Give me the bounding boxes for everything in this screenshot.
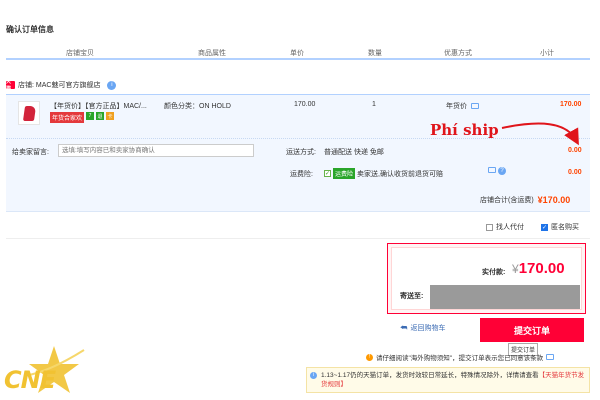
return-icon: 退 [96, 112, 105, 120]
shipping-method[interactable]: 普通配送 快递 免邮 [324, 147, 384, 157]
insurance-icons: ? [488, 167, 506, 175]
overseas-notice: ! 请仔细阅读"海外购物须知"，提交订单表示您已同意该条款 [366, 352, 555, 362]
insurance-text: 卖家送,确认收货前退货可赔 [357, 170, 443, 178]
unit-price: 170.00 [294, 101, 316, 108]
payment-summary: 实付款: ¥170.00 寄送至: [387, 243, 586, 314]
submit-order-button[interactable]: 提交订单 [480, 318, 584, 342]
col-quantity: 数量 [368, 50, 382, 57]
product-title[interactable]: 【年货价】【官方正品】MAC/... [50, 101, 147, 111]
proxy-pay-label: 找人代付 [496, 224, 524, 231]
shop-total: 店铺合计(含运费) ¥170.00 [480, 195, 570, 205]
tmall-icon: 天猫 [6, 79, 15, 92]
seven-day-return-icon: 7 [86, 112, 95, 120]
shipping-notice: i 1.13~1.17仍的天猫订单，发货时效较日常延长，特殊情况除外，详情请查看… [306, 367, 590, 393]
back-to-cart-label: 返回购物车 [410, 325, 446, 332]
check-icon[interactable]: ✓ [324, 170, 331, 177]
info-icon[interactable]: i [107, 80, 117, 90]
product-tags: 年货合家欢 7 退 卡 [50, 112, 115, 123]
col-shop-item: 店铺宝贝 [66, 50, 94, 57]
card-icon: 卡 [106, 112, 115, 120]
col-attributes: 商品属性 [198, 50, 226, 57]
col-discount: 优惠方式 [444, 50, 472, 57]
redacted-address [430, 285, 580, 309]
page-title: 确认订单信息 [6, 25, 54, 34]
pay-label: 实付款: [482, 269, 506, 276]
message-label: 给卖家留言: [12, 149, 49, 156]
anonymous-label: 匿名购买 [551, 224, 579, 231]
lipstick-image [22, 106, 37, 121]
promo-method: 年货价 [446, 101, 479, 111]
col-subtotal: 小计 [540, 50, 554, 57]
warning-icon: ! [366, 353, 373, 361]
shop-total-amount: ¥170.00 [537, 195, 571, 205]
cne-logo: CNE [4, 342, 90, 398]
quantity: 1 [372, 101, 376, 108]
shop-header: 天猫 店铺: MAC魅可官方旗舰店 i [6, 78, 117, 92]
back-to-cart-link[interactable]: ⮪ 返回购物车 [400, 323, 445, 333]
anonymous-option[interactable]: ✓ 匿名购买 [541, 222, 579, 232]
promo-tag: 年货合家欢 [50, 112, 85, 123]
annotation-label: Phí ship [430, 121, 499, 139]
info-icon: i [310, 372, 317, 379]
anonymous-checkbox[interactable]: ✓ [541, 223, 548, 231]
shipping-label: 运送方式: [286, 149, 316, 156]
insurance-label: 运费险: [290, 171, 313, 178]
chat-bubble-icon[interactable] [471, 103, 479, 109]
overseas-notice-text[interactable]: 请仔细阅读"海外购物须知"，提交订单表示您已同意该条款 [376, 352, 543, 362]
back-arrow-icon: ⮪ [400, 323, 408, 332]
chat-bubble-icon[interactable] [546, 354, 555, 360]
promo-label: 年货价 [446, 103, 467, 110]
col-unit-price: 单价 [290, 50, 304, 57]
address-label: 寄送至: [400, 293, 424, 300]
pay-amount: ¥170.00 [512, 260, 565, 277]
shipping-price: 0.00 [568, 147, 582, 154]
divider [6, 238, 590, 239]
shop-total-label: 店铺合计(含运费) [480, 197, 534, 204]
table-header: 店铺宝贝 商品属性 单价 数量 优惠方式 小计 [6, 44, 590, 60]
item-subtotal: 170.00 [560, 101, 582, 108]
pay-amount-value: 170.00 [518, 260, 565, 277]
payment-inner: 实付款: ¥170.00 寄送至: [391, 247, 582, 310]
insurance-option[interactable]: ✓ 运费险 卖家送,确认收货前退货可赔 [324, 168, 443, 179]
currency-symbol: ¥ [512, 262, 519, 276]
shop-name[interactable]: 店铺: MAC魅可官方旗舰店 [18, 80, 100, 90]
product-thumbnail[interactable] [18, 101, 40, 125]
help-icon[interactable]: ? [498, 167, 506, 175]
message-input[interactable] [58, 144, 254, 157]
proxy-pay-option[interactable]: 找人代付 [486, 222, 524, 232]
chat-bubble-icon[interactable] [488, 167, 496, 173]
insurance-price: 0.00 [568, 169, 582, 176]
order-block: 【年货价】【官方正品】MAC/... 年货合家欢 7 退 卡 颜色分类：ON H… [6, 94, 590, 212]
logo-text: CNE [4, 366, 56, 394]
shipping-notice-text: 1.13~1.17仍的天猫订单，发货时效较日常延长，特殊情况除外，详情请查看 [321, 372, 539, 379]
insurance-badge: 运费险 [333, 168, 356, 179]
proxy-pay-checkbox[interactable] [486, 223, 493, 231]
product-color: 颜色分类：ON HOLD [164, 103, 231, 110]
table-row: 【年货价】【官方正品】MAC/... 年货合家欢 7 退 卡 颜色分类：ON H… [6, 95, 590, 139]
